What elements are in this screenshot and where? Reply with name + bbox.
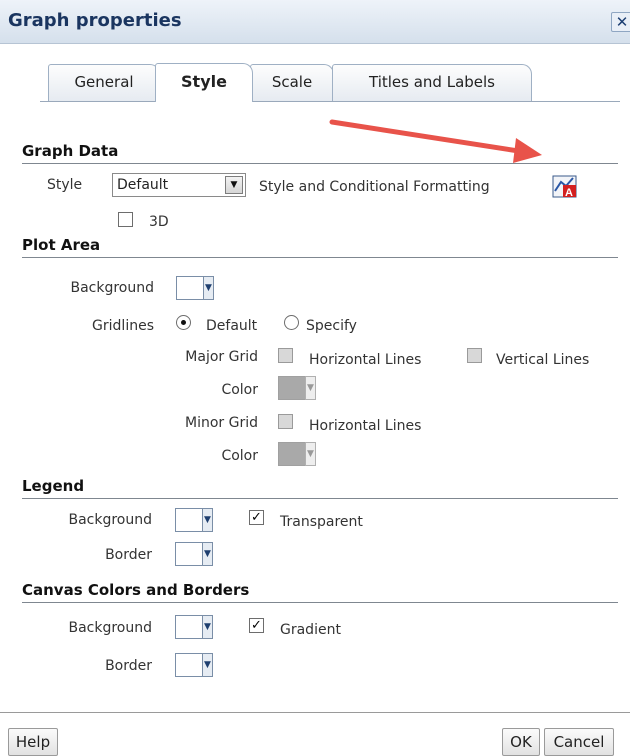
cancel-button[interactable]: Cancel	[544, 728, 614, 756]
gradient-label: Gradient	[280, 622, 341, 638]
help-button[interactable]: Help	[8, 728, 58, 756]
transparent-label: Transparent	[280, 514, 363, 530]
chevron-down-icon: ▼	[225, 176, 243, 194]
canvas-border-label: Border	[105, 658, 152, 674]
dialog-title: Graph properties	[8, 10, 182, 31]
3d-checkbox[interactable]	[118, 212, 133, 227]
minor-grid-color-picker[interactable]: ▼	[278, 442, 316, 466]
style-select[interactable]: Default ▼	[112, 173, 246, 197]
legend-border-color-picker[interactable]: ▼	[175, 542, 213, 566]
close-icon[interactable]: ✕	[611, 12, 630, 32]
major-horizontal-label: Horizontal Lines	[309, 352, 422, 368]
major-vertical-label: Vertical Lines	[496, 352, 590, 368]
minor-color-label: Color	[221, 448, 258, 464]
ok-button[interactable]: OK	[502, 728, 540, 756]
gridlines-specify-radio[interactable]	[284, 315, 299, 330]
plot-area-title: Plot Area	[22, 236, 101, 254]
divider	[22, 257, 618, 258]
canvas-border-color-picker[interactable]: ▼	[175, 653, 213, 677]
gridlines-label: Gridlines	[92, 318, 154, 334]
tab-style[interactable]: Style	[155, 63, 253, 102]
transparent-checkbox[interactable]: ✓	[249, 510, 264, 525]
chevron-down-icon: ▼	[305, 442, 316, 466]
canvas-title: Canvas Colors and Borders	[22, 581, 250, 599]
canvas-background-label: Background	[68, 620, 152, 636]
tab-scale[interactable]: Scale	[250, 64, 334, 101]
footer-divider	[0, 712, 630, 713]
3d-label: 3D	[149, 214, 169, 230]
graph-properties-dialog: Graph properties ✕ General Style Scale T…	[0, 0, 630, 756]
major-grid-color-picker[interactable]: ▼	[278, 376, 316, 400]
chevron-down-icon: ▼	[202, 653, 213, 677]
legend-border-label: Border	[105, 547, 152, 563]
canvas-background-color-picker[interactable]: ▼	[175, 615, 213, 639]
color-swatch	[175, 542, 203, 566]
chevron-down-icon: ▼	[203, 276, 214, 300]
chevron-down-icon: ▼	[305, 376, 316, 400]
minor-horizontal-label: Horizontal Lines	[309, 418, 422, 434]
color-swatch	[176, 276, 204, 300]
style-select-value: Default	[117, 177, 169, 193]
color-swatch	[175, 653, 203, 677]
legend-background-label: Background	[68, 512, 152, 528]
dialog-titlebar[interactable]: Graph properties ✕	[0, 0, 630, 44]
chevron-down-icon: ▼	[202, 615, 213, 639]
divider	[22, 498, 618, 499]
style-label: Style	[47, 177, 83, 193]
chevron-down-icon: ▼	[202, 508, 213, 532]
conditional-formatting-label: Style and Conditional Formatting	[259, 179, 490, 195]
plot-background-color-picker[interactable]: ▼	[176, 276, 214, 300]
tab-titles-and-labels[interactable]: Titles and Labels	[332, 64, 532, 101]
color-swatch	[175, 508, 203, 532]
conditional-formatting-icon[interactable]: A	[551, 173, 579, 199]
chevron-down-icon: ▼	[202, 542, 213, 566]
major-horizontal-checkbox[interactable]	[278, 348, 293, 363]
major-grid-label: Major Grid	[185, 349, 258, 365]
legend-title: Legend	[22, 477, 85, 495]
color-swatch	[278, 376, 306, 400]
divider	[22, 602, 618, 603]
color-swatch	[175, 615, 203, 639]
major-color-label: Color	[221, 382, 258, 398]
tab-underline	[40, 101, 620, 102]
minor-horizontal-checkbox[interactable]	[278, 414, 293, 429]
minor-grid-label: Minor Grid	[185, 415, 258, 431]
graph-data-title: Graph Data	[22, 142, 119, 160]
gridlines-specify-label: Specify	[306, 318, 357, 334]
divider	[22, 163, 618, 164]
gradient-checkbox[interactable]: ✓	[249, 618, 264, 633]
major-vertical-checkbox[interactable]	[467, 348, 482, 363]
color-swatch	[278, 442, 306, 466]
gridlines-default-radio[interactable]	[176, 315, 191, 330]
legend-background-color-picker[interactable]: ▼	[175, 508, 213, 532]
gridlines-default-label: Default	[206, 318, 258, 334]
tab-general[interactable]: General	[48, 64, 160, 101]
svg-text:A: A	[565, 187, 573, 199]
plot-background-label: Background	[70, 280, 154, 296]
